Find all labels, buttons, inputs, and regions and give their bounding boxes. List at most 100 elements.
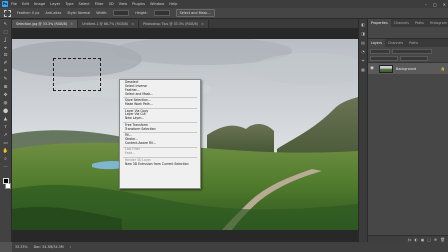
height-field[interactable] xyxy=(153,10,170,16)
close-tab-icon[interactable]: × xyxy=(70,22,73,26)
status-bar: 33.33% Doc: 34.3M/34.3M › xyxy=(12,242,358,252)
layer-filter-icons[interactable] xyxy=(392,49,432,54)
options-bar: Feather: 0 px Anti-alias Style: Normal W… xyxy=(0,8,448,19)
menu-type[interactable]: Type xyxy=(65,2,73,6)
right-panels: Properties Channels Paths Histogram Laye… xyxy=(368,19,448,242)
menu-edit[interactable]: Edit xyxy=(22,2,29,6)
color-panel-icon[interactable]: ◔ xyxy=(360,49,366,54)
feather-label[interactable]: Feather: 0 px xyxy=(17,11,39,15)
gradient-tool-icon[interactable]: ⬤ xyxy=(2,110,9,116)
document-tab-selection[interactable]: Selection.jpg @ 33.3% (RGB/8) × xyxy=(12,20,79,28)
context-menu-item[interactable]: Make Work Path... xyxy=(120,102,200,107)
lock-icon[interactable]: 🔒 xyxy=(441,67,445,71)
document-tab-tips[interactable]: Photoshop Tips @ 33.3% (RGB/8) × xyxy=(139,20,209,28)
tab-channels-top[interactable]: Channels xyxy=(391,19,412,27)
blend-mode-dropdown[interactable] xyxy=(370,56,398,61)
fx-icon[interactable]: ƒx xyxy=(408,237,412,242)
menu-window[interactable]: Window xyxy=(150,2,164,6)
swatches-panel-icon[interactable]: ▦ xyxy=(360,67,366,72)
shape-tool-icon[interactable]: ▭ xyxy=(2,142,9,148)
select-and-mask-button[interactable]: Select and Mask... xyxy=(175,9,215,17)
width-field[interactable] xyxy=(113,10,130,16)
crop-tool-icon[interactable]: ⊡ xyxy=(2,54,9,60)
context-menu-item[interactable]: Content-Aware Fill... xyxy=(120,141,200,146)
healing-tool-icon[interactable]: ⌗ xyxy=(2,70,9,76)
layers-footer: ƒx ◐ ▣ ▢ ⊕ 🗑 xyxy=(368,235,448,242)
style-label[interactable]: Style: Normal xyxy=(67,11,90,15)
trash-icon[interactable]: 🗑 xyxy=(440,237,445,242)
path-select-tool-icon[interactable]: ↗ xyxy=(2,134,9,140)
tab-layers[interactable]: Layers xyxy=(368,39,385,47)
tab-channels[interactable]: Channels xyxy=(385,39,406,47)
context-menu: Deselect Select Inverse Feather... Select a… xyxy=(119,79,201,189)
status-arrow-icon[interactable]: › xyxy=(70,245,71,249)
background-color-swatch[interactable] xyxy=(5,183,11,190)
layer-name: Background xyxy=(396,66,417,71)
stamp-tool-icon[interactable]: ⊞ xyxy=(2,86,9,92)
brush-panel-icon[interactable]: ✦ xyxy=(360,58,366,63)
more-tools-icon[interactable]: ⋯ xyxy=(2,166,9,172)
history-brush-tool-icon[interactable]: ✥ xyxy=(2,94,9,100)
zoom-level[interactable]: 33.33% xyxy=(15,245,28,249)
antialias-label[interactable]: Anti-alias xyxy=(45,11,61,15)
properties-tabs: Properties Channels Paths Histogram xyxy=(368,19,448,27)
layer-row-background[interactable]: ◉ Background 🔒 xyxy=(368,63,448,74)
close-tab-icon[interactable]: × xyxy=(131,22,134,26)
maximize-icon[interactable]: ▢ xyxy=(433,2,437,7)
move-tool-icon[interactable]: ↖ xyxy=(2,22,9,28)
menu-layer[interactable]: Layer xyxy=(50,2,60,6)
tab-histogram[interactable]: Histogram xyxy=(427,19,448,27)
new-layer-icon[interactable]: ⊕ xyxy=(434,237,437,242)
close-tab-icon[interactable]: × xyxy=(201,22,204,26)
layer-filter-dropdown[interactable] xyxy=(370,49,390,54)
tab-label: Selection.jpg @ 33.3% (RGB/8) xyxy=(16,22,68,26)
zoom-tool-icon[interactable]: ⌕ xyxy=(2,158,9,164)
context-menu-item: Fade... xyxy=(125,151,136,156)
context-menu-item[interactable]: Select and Mask... xyxy=(120,92,200,97)
menu-plugins[interactable]: Plugins xyxy=(132,2,145,6)
layer-controls xyxy=(368,47,448,63)
selection-marquee[interactable] xyxy=(53,58,101,91)
adjustment-layer-icon[interactable]: ◐ xyxy=(414,237,417,242)
type-tool-icon[interactable]: ᴛ xyxy=(2,126,9,132)
tab-label: Untitled-1 @ 66.7% (RGB/8) xyxy=(82,22,129,26)
context-menu-item[interactable]: New Layer... xyxy=(120,116,200,121)
layer-mask-icon[interactable]: ▣ xyxy=(421,237,425,242)
menu-file[interactable]: File xyxy=(11,2,17,6)
opacity-field[interactable] xyxy=(400,56,428,61)
menu-3d[interactable]: 3D xyxy=(109,2,114,6)
context-menu-item[interactable]: Transform Selection xyxy=(120,127,200,132)
rectangular-marquee-icon[interactable] xyxy=(4,9,11,17)
tools-panel: ↖ ⬚ ʆ ⌖ ⊡ ✐ ⌗ ✎ ⊞ ✥ ◍ ⬤ ▲ ᴛ ↗ ▭ ✋ ⌕ ⋯ xyxy=(0,19,12,242)
menu-image[interactable]: Image xyxy=(34,2,45,6)
adjustments-panel-icon[interactable]: ◨ xyxy=(360,31,366,36)
visibility-eye-icon[interactable]: ◉ xyxy=(370,66,376,71)
menu-select[interactable]: Select xyxy=(79,2,90,6)
libraries-panel-icon[interactable]: ▤ xyxy=(360,40,366,45)
layers-tabs: Layers Channels Paths xyxy=(368,39,448,47)
marquee-tool-icon[interactable]: ⬚ xyxy=(2,30,9,36)
eyedropper-tool-icon[interactable]: ✐ xyxy=(2,62,9,68)
dodge-tool-icon[interactable]: ▲ xyxy=(2,118,9,124)
lasso-tool-icon[interactable]: ʆ xyxy=(2,38,9,44)
quick-select-tool-icon[interactable]: ⌖ xyxy=(2,46,9,52)
group-icon[interactable]: ▢ xyxy=(427,237,431,242)
tab-label: Photoshop Tips @ 33.3% (RGB/8) xyxy=(143,22,198,26)
hand-tool-icon[interactable]: ✋ xyxy=(2,150,9,156)
foreground-color-swatch[interactable] xyxy=(2,177,9,184)
history-panel-icon[interactable]: ◧ xyxy=(360,22,366,27)
status-bar-right xyxy=(358,242,448,252)
document-tab-untitled[interactable]: Untitled-1 @ 66.7% (RGB/8) × xyxy=(78,20,140,28)
eraser-tool-icon[interactable]: ◍ xyxy=(2,102,9,108)
tab-properties[interactable]: Properties xyxy=(368,19,391,27)
menu-help[interactable]: Help xyxy=(169,2,177,6)
brush-tool-icon[interactable]: ✎ xyxy=(2,78,9,84)
minimize-icon[interactable]: – xyxy=(425,2,427,7)
tab-paths[interactable]: Paths xyxy=(406,39,421,47)
context-menu-item[interactable]: New 3D Extrusion from Current Selection xyxy=(120,162,200,167)
panel-dock-strip: ◧ ◨ ▤ ◔ ✦ ▦ xyxy=(358,19,368,242)
close-icon[interactable]: ✕ xyxy=(443,2,446,7)
menu-filter[interactable]: Filter xyxy=(95,2,104,6)
menu-view[interactable]: View xyxy=(119,2,128,6)
tab-paths-top[interactable]: Paths xyxy=(412,19,427,27)
